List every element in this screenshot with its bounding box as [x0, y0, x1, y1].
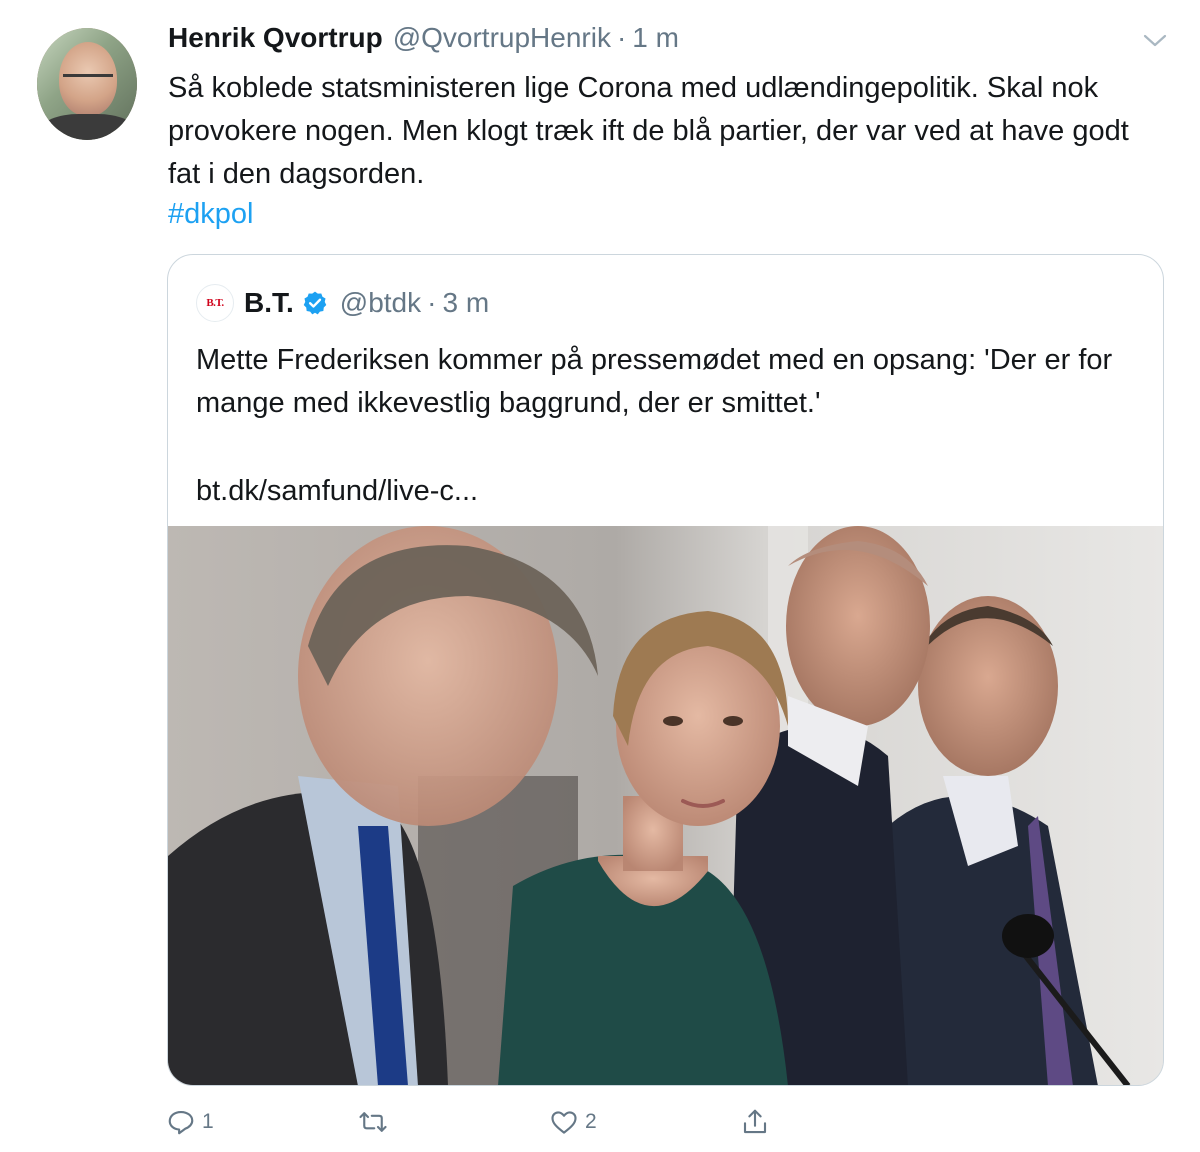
bt-logo-text: B.T. [206, 297, 224, 309]
quoted-separator-dot: · [427, 287, 437, 318]
reply-count: 1 [202, 1110, 214, 1133]
menu-chevron-icon[interactable] [1142, 30, 1168, 50]
share-button[interactable] [740, 1100, 776, 1144]
quoted-author-handle[interactable]: @btdk [340, 287, 421, 319]
quoted-tweet[interactable]: B.T. B.T. @btdk · 3 m Mette Frederiksen … [167, 254, 1164, 1086]
quoted-tweet-header: B.T. B.T. @btdk · 3 m [196, 281, 489, 325]
quoted-tweet-photo[interactable] [168, 526, 1163, 1085]
quoted-timestamp[interactable]: 3 m [442, 287, 489, 319]
quoted-tweet-text: Mette Frederiksen kommer på pressemødet … [196, 344, 1113, 419]
retweet-icon [359, 1112, 387, 1132]
reply-button[interactable]: 1 [166, 1100, 214, 1144]
author-handle[interactable]: @QvortrupHenrik [393, 22, 611, 54]
hashtag-link[interactable]: #dkpol [168, 193, 253, 236]
quoted-author-name[interactable]: B.T. [244, 287, 294, 319]
tweet-actions: 1 2 [0, 1100, 1200, 1144]
verified-badge-icon [303, 291, 327, 315]
share-icon [743, 1109, 767, 1134]
tweet-timestamp[interactable]: 1 m [632, 22, 679, 54]
separator-dot: · [616, 22, 627, 53]
like-button[interactable]: 2 [549, 1100, 597, 1144]
like-icon [551, 1111, 577, 1134]
quoted-tweet-link[interactable]: bt.dk/samfund/live-c... [196, 470, 478, 513]
tweet: Henrik Qvortrup @QvortrupHenrik · 1 m Så… [0, 0, 1200, 1152]
like-count: 2 [585, 1110, 597, 1133]
author-name[interactable]: Henrik Qvortrup [168, 22, 383, 54]
retweet-button[interactable] [358, 1100, 394, 1144]
quoted-author-avatar[interactable]: B.T. [196, 284, 234, 322]
author-avatar[interactable] [37, 28, 137, 140]
reply-icon [168, 1110, 194, 1135]
tweet-header: Henrik Qvortrup @QvortrupHenrik · 1 m [168, 22, 679, 62]
press-conference-image [168, 526, 1163, 1085]
tweet-text: Så koblede statsministeren lige Corona m… [168, 72, 1129, 190]
